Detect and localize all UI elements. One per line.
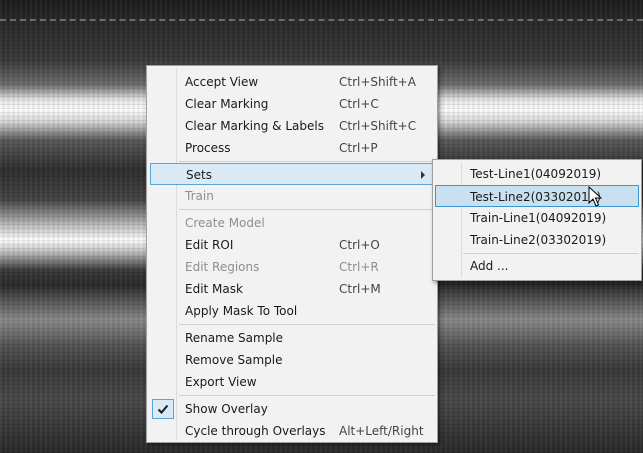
context-menu: Accept View Ctrl+Shift+A Clear Marking C…	[146, 65, 438, 443]
menu-item-label: Show Overlay	[185, 402, 268, 416]
menu-item-label: Edit Mask	[185, 282, 243, 296]
menu-item-shortcut: Alt+Left/Right	[339, 424, 424, 438]
viewer-selection-border	[0, 19, 643, 21]
menu-separator	[179, 395, 435, 396]
menu-item-label: Edit Regions	[185, 260, 260, 274]
menu-item-label: Sets	[186, 168, 212, 182]
menu-item-label: Export View	[185, 375, 257, 389]
menu-item-remove-sample[interactable]: Remove Sample	[149, 349, 435, 371]
menu-item-shortcut: Ctrl+P	[339, 141, 378, 155]
menu-item-label: Accept View	[185, 75, 259, 89]
submenu-item-test-line2[interactable]: Test-Line2(03302019)	[435, 185, 639, 207]
menu-item-label: Remove Sample	[185, 353, 283, 367]
menu-item-shortcut: Ctrl+Shift+C	[339, 119, 417, 133]
mouse-cursor-icon	[588, 185, 603, 211]
menu-item-shortcut: Ctrl+Shift+A	[339, 75, 416, 89]
submenu-item-train-line2[interactable]: Train-Line2(03302019)	[435, 229, 639, 251]
menu-item-label: Apply Mask To Tool	[185, 304, 298, 318]
submenu-item-label: Train-Line2(03302019)	[470, 233, 607, 247]
checkmark-icon	[152, 399, 174, 419]
menu-item-label: Cycle through Overlays	[185, 424, 326, 438]
menu-item-process[interactable]: Process Ctrl+P	[149, 137, 435, 159]
menu-item-clear-marking[interactable]: Clear Marking Ctrl+C	[149, 93, 435, 115]
menu-item-create-model[interactable]: Create Model	[149, 212, 435, 234]
menu-item-accept-view[interactable]: Accept View Ctrl+Shift+A	[149, 71, 435, 93]
submenu-item-label: Test-Line1(04092019)	[470, 167, 602, 181]
submenu-arrow-icon	[421, 171, 425, 179]
menu-item-label: Train	[185, 189, 214, 203]
menu-item-shortcut: Ctrl+M	[339, 282, 381, 296]
menu-item-sets[interactable]: Sets	[150, 163, 434, 185]
menu-item-label: Clear Marking	[185, 97, 269, 111]
menu-item-label: Process	[185, 141, 231, 155]
submenu-item-train-line1[interactable]: Train-Line1(04092019)	[435, 207, 639, 229]
menu-item-export-view[interactable]: Export View	[149, 371, 435, 393]
menu-item-edit-roi[interactable]: Edit ROI Ctrl+O	[149, 234, 435, 256]
menu-item-shortcut: Ctrl+R	[339, 260, 379, 274]
menu-item-edit-regions[interactable]: Edit Regions Ctrl+R	[149, 256, 435, 278]
menu-item-edit-mask[interactable]: Edit Mask Ctrl+M	[149, 278, 435, 300]
menu-item-label: Clear Marking & Labels	[185, 119, 324, 133]
menu-item-apply-mask-to-tool[interactable]: Apply Mask To Tool	[149, 300, 435, 322]
submenu-item-label: Train-Line1(04092019)	[470, 211, 607, 225]
menu-item-clear-marking-labels[interactable]: Clear Marking & Labels Ctrl+Shift+C	[149, 115, 435, 137]
submenu-item-add[interactable]: Add ...	[435, 255, 639, 277]
submenu-item-label: Test-Line2(03302019)	[470, 190, 602, 204]
menu-item-cycle-overlays[interactable]: Cycle through Overlays Alt+Left/Right	[149, 420, 435, 442]
submenu-item-label: Add ...	[470, 259, 509, 273]
menu-separator	[463, 253, 639, 254]
menu-separator	[179, 209, 435, 210]
menu-item-train[interactable]: Train	[149, 185, 435, 207]
menu-separator	[179, 324, 435, 325]
menu-separator	[179, 161, 435, 162]
sets-submenu: Test-Line1(04092019) Test-Line2(03302019…	[432, 159, 642, 281]
menu-item-label: Create Model	[185, 216, 265, 230]
submenu-item-test-line1[interactable]: Test-Line1(04092019)	[435, 163, 639, 185]
menu-item-show-overlay[interactable]: Show Overlay	[149, 398, 435, 420]
menu-item-rename-sample[interactable]: Rename Sample	[149, 327, 435, 349]
menu-item-label: Edit ROI	[185, 238, 234, 252]
menu-item-shortcut: Ctrl+C	[339, 97, 379, 111]
menu-item-label: Rename Sample	[185, 331, 284, 345]
menu-item-shortcut: Ctrl+O	[339, 238, 380, 252]
